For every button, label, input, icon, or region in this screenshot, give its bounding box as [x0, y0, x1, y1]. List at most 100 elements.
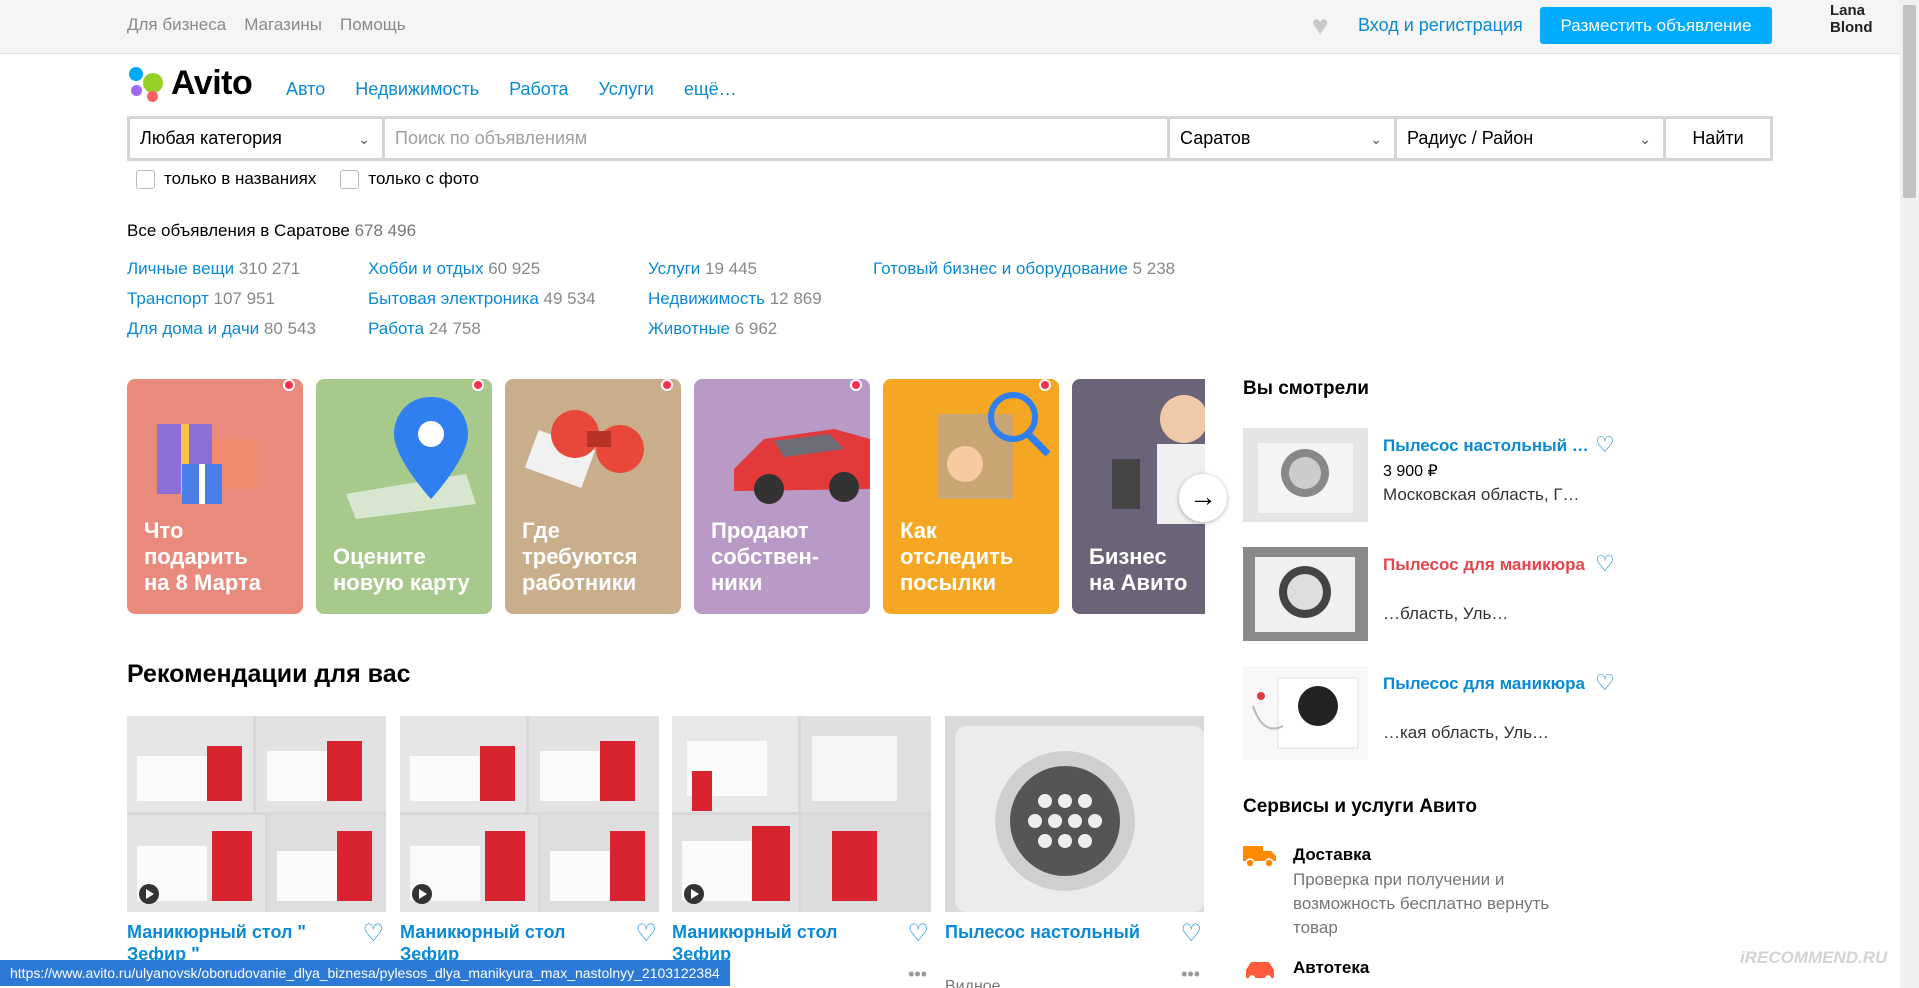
- nav-jobs[interactable]: Работа: [509, 79, 568, 100]
- seen-item[interactable]: Пылесос для маникюра ♡ …бласть, Уль…: [1243, 547, 1623, 643]
- delivery-description: Проверка при получении и возможность бес…: [1293, 870, 1550, 937]
- category-count: 310 271: [238, 259, 301, 278]
- category-link[interactable]: Работа: [368, 319, 424, 338]
- main-nav: Авто Недвижимость Работа Услуги ещё…: [286, 79, 737, 100]
- more-dots-icon[interactable]: •••: [908, 964, 927, 985]
- seen-item-title[interactable]: Пылесос настольный для маникюра: [1383, 436, 1593, 456]
- category-count: 6 962: [734, 319, 778, 338]
- favorite-heart-icon[interactable]: ♡: [1595, 551, 1615, 577]
- recommendations-title: Рекомендации для вас: [127, 660, 411, 688]
- favorite-heart-icon[interactable]: ♡: [907, 919, 929, 948]
- nav-realty[interactable]: Недвижимость: [355, 79, 479, 100]
- new-story-dot: [661, 379, 673, 391]
- listing-location: Видное: [945, 978, 1001, 988]
- only-titles-label: только в названиях: [164, 169, 317, 188]
- status-bar-url: https://www.avito.ru/ulyanovsk/oborudova…: [0, 960, 730, 986]
- category-link[interactable]: Для дома и дачи: [127, 319, 259, 338]
- category-count: 12 869: [769, 289, 822, 308]
- nav-auto[interactable]: Авто: [286, 79, 325, 100]
- favorite-heart-icon[interactable]: ♡: [1180, 919, 1202, 948]
- link-shops[interactable]: Магазины: [244, 15, 322, 35]
- nav-services[interactable]: Услуги: [598, 79, 653, 100]
- next-arrow-icon[interactable]: →: [1179, 474, 1227, 522]
- seen-item[interactable]: Пылесос настольный для маникюра ♡ 3 900 …: [1243, 428, 1623, 524]
- listing-photo[interactable]: [945, 716, 1204, 912]
- map-pin-icon: [346, 397, 476, 519]
- city-select[interactable]: Саратов ⌄: [1170, 119, 1394, 158]
- story-text: Оцените новую карту: [333, 544, 470, 595]
- listing-card[interactable]: Пылесос настольный ♡ Видное •••: [945, 716, 1204, 988]
- category-select[interactable]: Любая категория ⌄: [130, 119, 382, 158]
- search-input[interactable]: Поиск по объявлениям: [385, 119, 1167, 158]
- login-link[interactable]: Вход и регистрация: [1358, 15, 1523, 36]
- favorite-heart-icon[interactable]: ♡: [635, 919, 657, 948]
- scrollbar-thumb[interactable]: [1903, 5, 1916, 198]
- listing-title[interactable]: Маникюрный стол " Зефир ": [127, 921, 342, 965]
- category-value: Любая категория: [140, 128, 282, 148]
- seen-photo[interactable]: [1243, 666, 1368, 760]
- seen-item-title[interactable]: Пылесос для маникюра: [1383, 555, 1593, 575]
- story-card[interactable]: Оцените новую карту: [316, 379, 492, 614]
- listing-card[interactable]: Маникюрный стол Зефир ♡ •••: [672, 716, 931, 984]
- story-card[interactable]: Продают собствен- ники: [694, 379, 870, 614]
- seen-photo[interactable]: [1243, 428, 1368, 522]
- listing-title[interactable]: Маникюрный стол Зефир: [672, 921, 887, 965]
- seen-photo[interactable]: [1243, 547, 1368, 641]
- delivery-truck-icon: [1243, 846, 1276, 868]
- avito-logo[interactable]: Avito: [127, 64, 253, 103]
- favorite-heart-icon[interactable]: ♡: [1595, 670, 1615, 696]
- category-link[interactable]: Бытовая электроника: [368, 289, 539, 308]
- category-column: Готовый бизнес и оборудование 5 238: [873, 254, 1175, 284]
- category-link[interactable]: Хобби и отдых: [368, 259, 483, 278]
- more-dots-icon[interactable]: •••: [1181, 964, 1200, 985]
- parcel-magnifier-icon: [938, 392, 1051, 499]
- link-for-business[interactable]: Для бизнеса: [127, 15, 226, 35]
- story-card[interactable]: Как отследить посылки: [883, 379, 1059, 614]
- listing-title[interactable]: Маникюрный стол Зефир: [400, 921, 615, 965]
- seen-item-title[interactable]: Пылесос для маникюра: [1383, 674, 1593, 694]
- category-count: 80 543: [263, 319, 316, 338]
- category-count: 49 534: [543, 289, 596, 308]
- listing-title[interactable]: Пылесос настольный: [945, 921, 1160, 943]
- checkbox-box[interactable]: [340, 169, 360, 189]
- listing-card[interactable]: Маникюрный стол " Зефир " ♡ •••: [127, 716, 386, 984]
- search-button[interactable]: Найти: [1666, 119, 1770, 158]
- vacuum-photo: [1243, 666, 1368, 760]
- listing-card[interactable]: Маникюрный стол Зефир ♡ •••: [400, 716, 659, 984]
- delivery-name[interactable]: Доставка: [1293, 845, 1371, 865]
- seen-item[interactable]: Пылесос для маникюра ♡ …кая область, Уль…: [1243, 666, 1623, 762]
- only-photo-checkbox[interactable]: только с фото: [340, 169, 479, 189]
- listing-photo[interactable]: [672, 716, 931, 912]
- watermark: iRECOMMEND.RU: [1740, 948, 1888, 967]
- story-card[interactable]: Что подарить на 8 Марта: [127, 379, 303, 614]
- category-count: 107 951: [213, 289, 275, 308]
- story-card[interactable]: Где требуются работники: [505, 379, 681, 614]
- only-titles-checkbox[interactable]: только в названиях: [136, 169, 316, 189]
- category-link[interactable]: Транспорт: [127, 289, 209, 308]
- category-link[interactable]: Услуги: [648, 259, 700, 278]
- checkbox-box[interactable]: [136, 169, 155, 189]
- category-link[interactable]: Готовый бизнес и оборудование: [873, 259, 1128, 278]
- autoteka-name[interactable]: Автотека: [1293, 958, 1369, 978]
- category-column: Хобби и отдых 60 925 Бытовая электроника…: [368, 254, 596, 344]
- link-help[interactable]: Помощь: [340, 15, 406, 35]
- search-bar: Любая категория ⌄ Поиск по объявлениям С…: [127, 116, 1773, 161]
- listing-photo[interactable]: [127, 716, 386, 912]
- post-ad-button[interactable]: Разместить объявление: [1540, 7, 1772, 44]
- radius-select[interactable]: Радиус / Район ⌄: [1397, 119, 1663, 158]
- favorite-heart-icon[interactable]: ♡: [362, 919, 384, 948]
- binoculars-icon: [524, 410, 644, 489]
- favorite-heart-icon[interactable]: ♡: [1595, 432, 1615, 458]
- favorites-heart-icon[interactable]: ♥: [1305, 12, 1335, 40]
- vacuum-photo: [1243, 428, 1368, 522]
- listing-photo[interactable]: [400, 716, 659, 912]
- category-link[interactable]: Недвижимость: [648, 289, 765, 308]
- seen-item-location: Московская область, Г…: [1383, 485, 1580, 504]
- nav-more[interactable]: ещё…: [684, 79, 737, 100]
- category-count: 60 925: [488, 259, 541, 278]
- category-link[interactable]: Животные: [648, 319, 730, 338]
- seen-item-price: 3 900 ₽: [1383, 463, 1438, 480]
- chevron-down-icon: ⌄: [358, 131, 370, 147]
- category-link[interactable]: Личные вещи: [127, 259, 234, 278]
- user-name[interactable]: Lana Blond: [1830, 2, 1900, 36]
